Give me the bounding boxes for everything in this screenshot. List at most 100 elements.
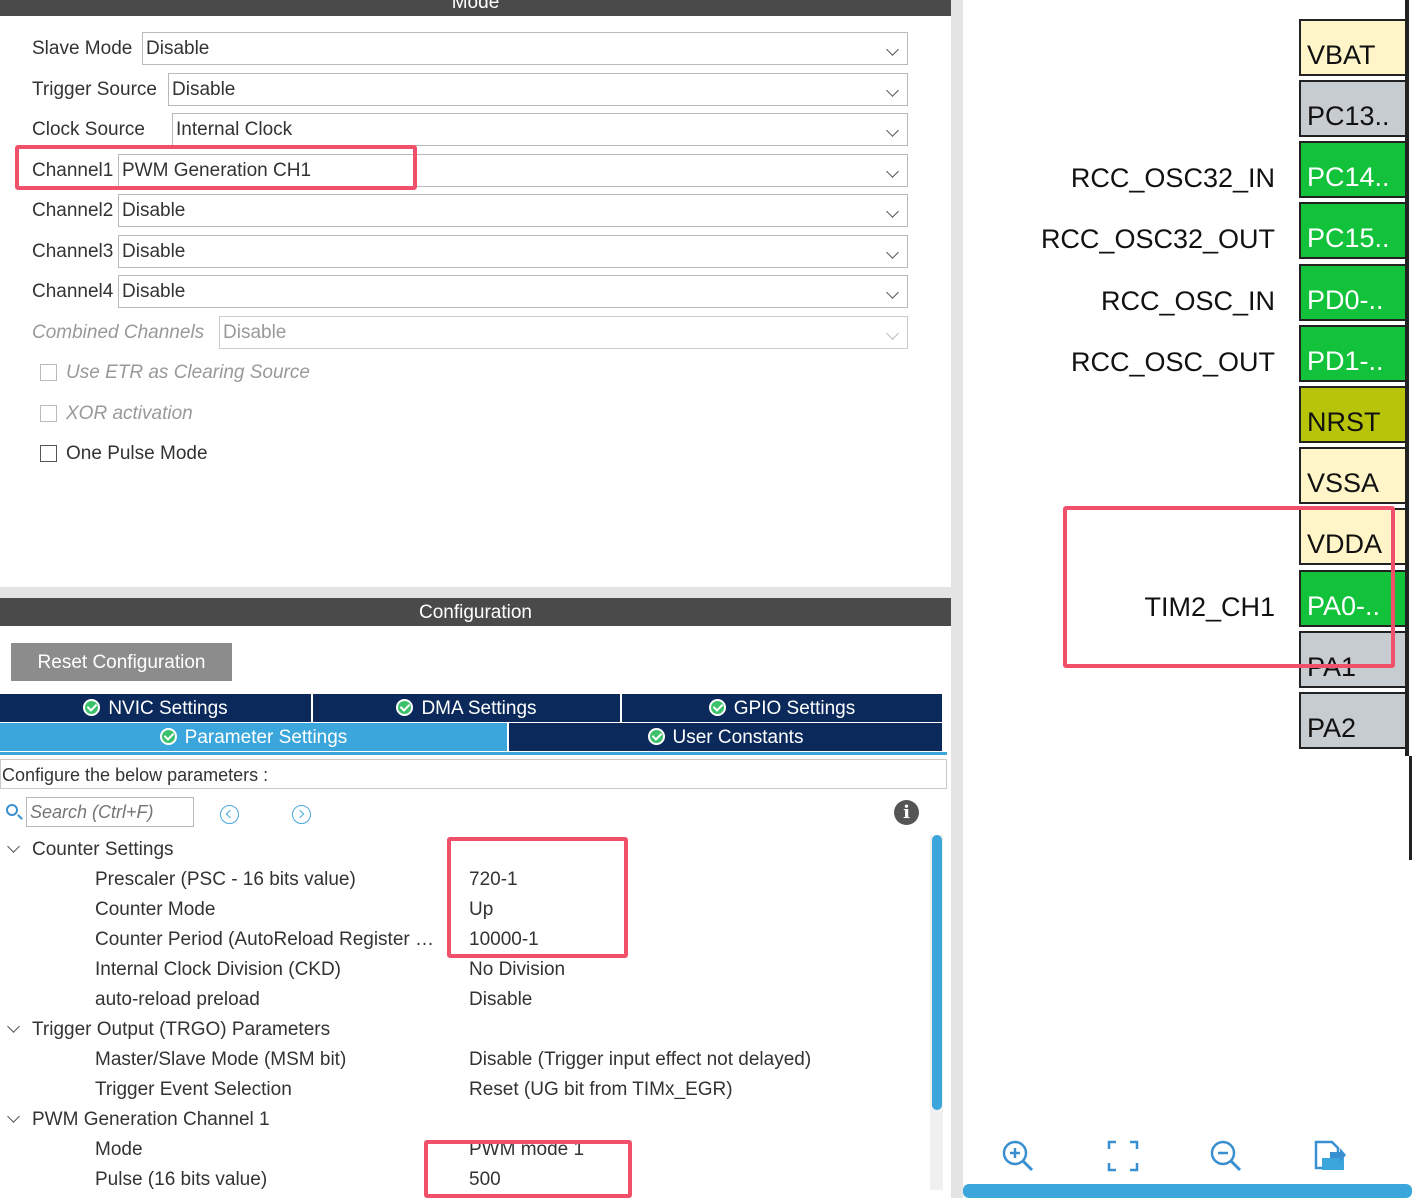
param-row[interactable]: auto-reload preload Disable bbox=[0, 985, 930, 1015]
group-name: PWM Generation Channel 1 bbox=[32, 1109, 270, 1130]
one-pulse-mode-checkbox[interactable] bbox=[40, 445, 57, 462]
pin-pc13[interactable]: PC13.. bbox=[1299, 80, 1405, 137]
mode-header: Mode bbox=[0, 0, 951, 16]
chevron-down-icon bbox=[886, 165, 899, 178]
clock-source-label: Clock Source bbox=[32, 119, 145, 140]
scrollbar-thumb[interactable] bbox=[932, 835, 942, 1110]
param-name: Trigger Event Selection bbox=[95, 1079, 292, 1100]
tab-nvic-settings[interactable]: NVIC Settings bbox=[0, 694, 311, 722]
chevron-down-icon[interactable] bbox=[7, 1110, 20, 1123]
tab-gpio-settings[interactable]: GPIO Settings bbox=[622, 694, 942, 722]
pin-name: PD0-.. bbox=[1307, 285, 1384, 315]
pin-vbat[interactable]: VBAT bbox=[1299, 19, 1405, 76]
param-row[interactable]: Trigger Event Selection Reset (UG bit fr… bbox=[0, 1075, 930, 1105]
chevron-down-icon bbox=[886, 327, 899, 340]
tab-label: User Constants bbox=[672, 727, 804, 748]
clock-source-select[interactable]: Internal Clock bbox=[172, 113, 908, 146]
check-circle-icon bbox=[708, 699, 726, 716]
tab-underline bbox=[0, 752, 947, 755]
export-icon[interactable] bbox=[1312, 1138, 1348, 1174]
combined-channels-value: Disable bbox=[223, 322, 287, 343]
tab-parameter-settings[interactable]: Parameter Settings bbox=[0, 723, 507, 751]
channel4-label: Channel4 bbox=[32, 281, 114, 302]
search-row: i bbox=[0, 795, 951, 829]
search-input[interactable] bbox=[26, 797, 194, 827]
pin-pc14[interactable]: PC14.. bbox=[1299, 141, 1405, 198]
param-row[interactable]: Master/Slave Mode (MSM bit) Disable (Tri… bbox=[0, 1045, 930, 1075]
reset-configuration-button[interactable]: Reset Configuration bbox=[11, 643, 232, 681]
clock-source-value: Internal Clock bbox=[176, 119, 293, 140]
check-circle-icon bbox=[396, 699, 414, 716]
channel3-value: Disable bbox=[122, 241, 186, 262]
channel4-value: Disable bbox=[122, 281, 186, 302]
trigger-source-select[interactable]: Disable bbox=[168, 73, 908, 106]
group-pwm-generation-channel1[interactable]: PWM Generation Channel 1 bbox=[0, 1105, 930, 1135]
pin-nrst[interactable]: NRST bbox=[1299, 386, 1405, 443]
fit-to-screen-icon[interactable] bbox=[1105, 1138, 1141, 1174]
pin-pc15[interactable]: PC15.. bbox=[1299, 202, 1405, 259]
tab-user-constants[interactable]: User Constants bbox=[509, 723, 942, 751]
chevron-down-icon bbox=[886, 124, 899, 137]
signal-label: RCC_OSC32_OUT bbox=[1040, 224, 1275, 254]
param-name: Prescaler (PSC - 16 bits value) bbox=[95, 869, 356, 890]
pin-name: VSSA bbox=[1307, 468, 1380, 498]
trigger-source-value: Disable bbox=[172, 79, 236, 100]
xor-activation-label: XOR activation bbox=[66, 403, 193, 424]
param-value[interactable]: Disable bbox=[469, 989, 532, 1011]
panel-splitter[interactable] bbox=[0, 587, 951, 598]
channel2-select[interactable]: Disable bbox=[118, 194, 908, 227]
chevron-down-icon[interactable] bbox=[7, 840, 20, 853]
info-icon[interactable]: i bbox=[894, 800, 919, 825]
xor-activation-checkbox bbox=[40, 405, 57, 422]
pin-name: PC13.. bbox=[1307, 101, 1390, 131]
use-etr-checkbox bbox=[40, 364, 57, 381]
channel3-select[interactable]: Disable bbox=[118, 235, 908, 268]
zoom-out-icon[interactable] bbox=[1208, 1138, 1244, 1174]
pin-name: VBAT bbox=[1307, 40, 1376, 70]
group-name: Counter Settings bbox=[32, 839, 174, 860]
param-name: Counter Period (AutoReload Register - 16… bbox=[95, 929, 440, 950]
channel4-select[interactable]: Disable bbox=[118, 275, 908, 308]
tab-dma-settings[interactable]: DMA Settings bbox=[313, 694, 620, 722]
param-value[interactable]: No Division bbox=[469, 959, 565, 981]
combined-channels-label: Combined Channels bbox=[32, 322, 205, 343]
search-icon bbox=[6, 804, 18, 816]
chevron-down-icon bbox=[886, 43, 899, 56]
use-etr-label: Use ETR as Clearing Source bbox=[66, 362, 310, 383]
param-name: Mode bbox=[95, 1139, 143, 1160]
signal-label: RCC_OSC32_IN bbox=[1070, 163, 1275, 193]
horizontal-scrollbar[interactable] bbox=[963, 1184, 1412, 1198]
trigger-source-row: Trigger Source Disable bbox=[0, 73, 951, 107]
highlight-box bbox=[447, 837, 628, 958]
zoom-in-icon[interactable] bbox=[1000, 1138, 1036, 1174]
chevron-down-icon bbox=[886, 205, 899, 218]
group-name: Trigger Output (TRGO) Parameters bbox=[32, 1019, 331, 1040]
search-previous-button[interactable] bbox=[220, 805, 239, 824]
pin-pd0[interactable]: PD0-.. bbox=[1299, 264, 1405, 321]
chevron-down-icon bbox=[886, 286, 899, 299]
signal-label: RCC_OSC_OUT bbox=[1070, 347, 1275, 377]
chevron-down-icon[interactable] bbox=[7, 1020, 20, 1033]
panel-divider[interactable] bbox=[951, 0, 963, 1198]
slave-mode-select[interactable]: Disable bbox=[142, 32, 908, 65]
pin-pd1[interactable]: PD1-.. bbox=[1299, 325, 1405, 382]
tab-label: GPIO Settings bbox=[733, 698, 856, 719]
search-next-button[interactable] bbox=[292, 805, 311, 824]
param-row[interactable]: Internal Clock Division (CKD) No Divisio… bbox=[0, 955, 930, 985]
left-panel: Mode Slave Mode Disable Trigger Source D… bbox=[0, 0, 951, 1198]
param-name: Master/Slave Mode (MSM bit) bbox=[95, 1049, 347, 1070]
pin-vssa[interactable]: VSSA bbox=[1299, 447, 1405, 504]
slave-mode-label: Slave Mode bbox=[32, 38, 133, 59]
configure-instructions: Configure the below parameters : bbox=[0, 759, 947, 789]
combined-channels-select: Disable bbox=[219, 316, 908, 349]
pinout-view: VBAT PC13.. PC14.. PC15.. PD0-.. PD1-.. … bbox=[963, 0, 1412, 1198]
pin-pa2[interactable]: PA2 bbox=[1299, 692, 1405, 749]
combined-channels-row: Combined Channels Disable bbox=[0, 316, 951, 350]
channel3-row: Channel3 Disable bbox=[0, 235, 951, 269]
param-value[interactable]: Disable (Trigger input effect not delaye… bbox=[469, 1049, 811, 1071]
param-value[interactable]: Reset (UG bit from TIMx_EGR) bbox=[469, 1079, 733, 1101]
pin-name: PC15.. bbox=[1307, 223, 1390, 253]
group-trigger-output[interactable]: Trigger Output (TRGO) Parameters bbox=[0, 1015, 930, 1045]
pin-name: PD1-.. bbox=[1307, 346, 1384, 376]
channel3-label: Channel3 bbox=[32, 241, 114, 262]
